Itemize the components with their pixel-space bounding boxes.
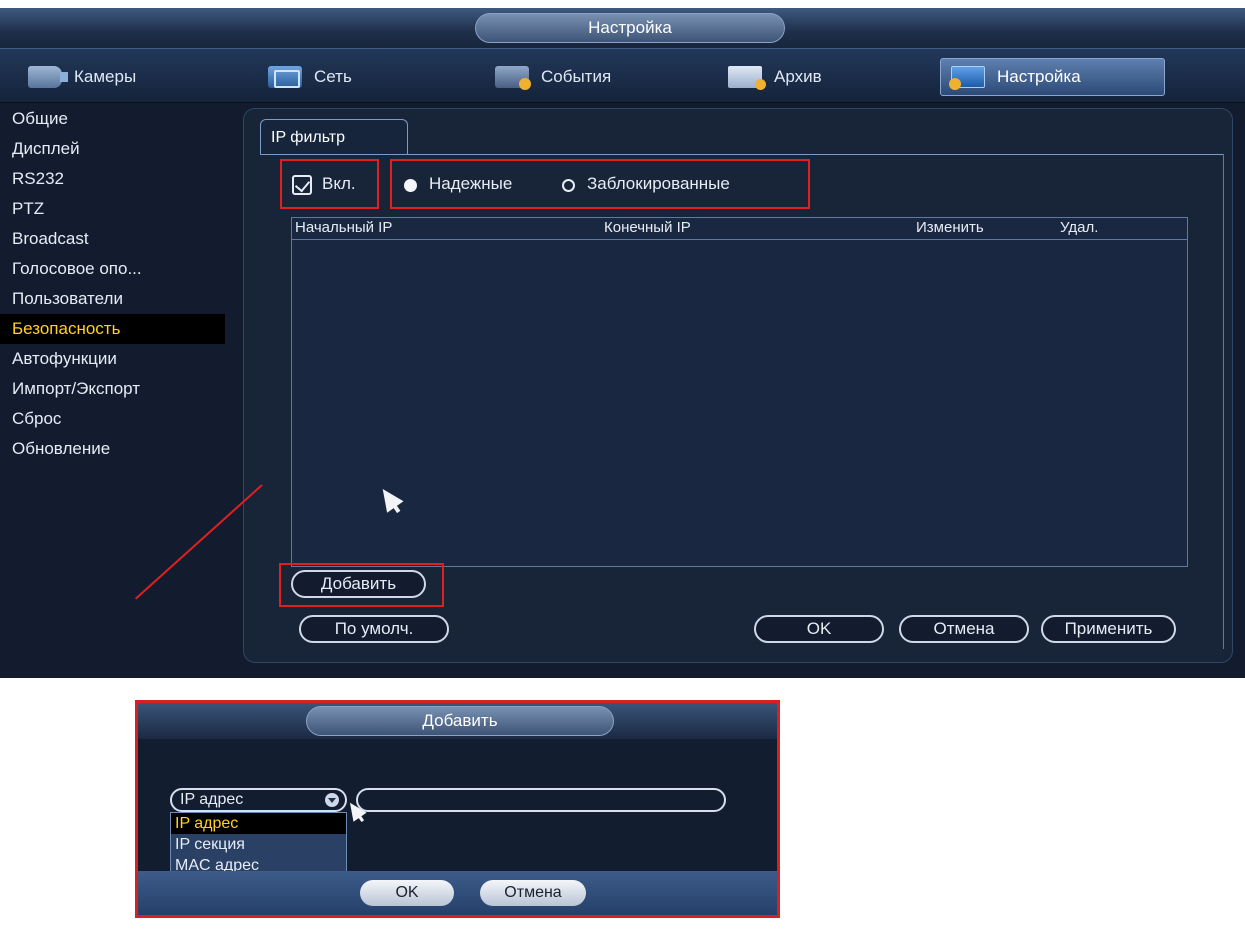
sidebar-item-security[interactable]: Безопасность <box>0 314 225 344</box>
sidebar: Общие Дисплей RS232 PTZ Broadcast Голосо… <box>0 104 225 678</box>
enable-checkbox[interactable] <box>292 175 312 195</box>
settings-icon <box>949 66 985 90</box>
address-type-select[interactable]: IP адрес <box>170 788 347 812</box>
ip-filter-panel: IP фильтр Вкл. Надежные Заблокированные … <box>243 108 1233 663</box>
tab-network[interactable]: Сеть <box>258 58 448 96</box>
sidebar-item-display[interactable]: Дисплей <box>0 134 225 164</box>
blocked-radio[interactable] <box>562 179 575 192</box>
sidebar-item-users[interactable]: Пользователи <box>0 284 225 314</box>
column-edit: Изменить <box>916 219 984 236</box>
sidebar-item-import-export[interactable]: Импорт/Экспорт <box>0 374 225 404</box>
cancel-button[interactable]: Отмена <box>899 615 1029 643</box>
tab-label: Сеть <box>314 67 352 86</box>
sidebar-item-voice[interactable]: Голосовое опо... <box>0 254 225 284</box>
dialog-titlebar: Добавить <box>138 703 777 739</box>
ip-address-input[interactable] <box>356 788 726 812</box>
tab-ip-filter[interactable]: IP фильтр <box>260 119 408 155</box>
sidebar-item-ptz[interactable]: PTZ <box>0 194 225 224</box>
camera-icon <box>28 66 68 88</box>
window-title: Настройка <box>475 13 785 43</box>
address-type-dropdown: IP адрес IP секция MAC адрес <box>170 812 347 880</box>
tab-settings[interactable]: Настройка <box>940 58 1165 96</box>
chevron-down-icon[interactable] <box>325 793 339 807</box>
tab-label: Камеры <box>74 67 137 86</box>
settings-window: Настройка Камеры Сеть События Архив Наст… <box>0 8 1245 678</box>
sidebar-item-broadcast[interactable]: Broadcast <box>0 224 225 254</box>
dialog-cancel-button[interactable]: Отмена <box>480 880 586 906</box>
dialog-title: Добавить <box>306 706 614 736</box>
ip-list-table[interactable]: Начальный IP Конечный IP Изменить Удал. <box>291 217 1188 567</box>
option-ip-address[interactable]: IP адрес <box>171 813 346 834</box>
select-value: IP адрес <box>180 791 244 808</box>
tab-events[interactable]: События <box>485 58 695 96</box>
option-ip-section[interactable]: IP секция <box>171 834 346 855</box>
apply-button[interactable]: Применить <box>1041 615 1176 643</box>
tab-label: Архив <box>774 67 822 86</box>
trusted-label: Надежные <box>429 174 513 193</box>
column-end-ip: Конечный IP <box>604 219 691 236</box>
tab-cameras[interactable]: Камеры <box>18 58 228 96</box>
table-header: Начальный IP Конечный IP Изменить Удал. <box>292 218 1187 240</box>
archive-icon <box>728 66 766 90</box>
divider <box>260 154 1224 155</box>
sidebar-item-rs232[interactable]: RS232 <box>0 164 225 194</box>
trusted-radio[interactable] <box>404 179 417 192</box>
add-dialog: Добавить IP адрес IP адрес IP секция MAC… <box>138 703 777 915</box>
blocked-label: Заблокированные <box>587 174 730 193</box>
ok-button[interactable]: OK <box>754 615 884 643</box>
add-button[interactable]: Добавить <box>291 570 426 598</box>
default-button[interactable]: По умолч. <box>299 615 449 643</box>
tab-label: Настройка <box>997 67 1081 86</box>
main-tabbar: Камеры Сеть События Архив Настройка <box>0 48 1245 103</box>
dialog-footer: OK Отмена <box>138 871 777 915</box>
events-icon <box>495 66 531 90</box>
dialog-ok-button[interactable]: OK <box>360 880 454 906</box>
column-start-ip: Начальный IP <box>295 219 393 236</box>
sidebar-item-update[interactable]: Обновление <box>0 434 225 464</box>
sidebar-item-general[interactable]: Общие <box>0 104 225 134</box>
column-delete: Удал. <box>1060 219 1099 236</box>
divider <box>1223 154 1224 649</box>
network-icon <box>268 66 302 88</box>
sidebar-item-autofunctions[interactable]: Автофункции <box>0 344 225 374</box>
enable-label: Вкл. <box>322 174 356 193</box>
window-titlebar: Настройка <box>0 8 1245 48</box>
sidebar-item-reset[interactable]: Сброс <box>0 404 225 434</box>
tab-label: События <box>541 67 612 86</box>
tab-archive[interactable]: Архив <box>718 58 918 96</box>
